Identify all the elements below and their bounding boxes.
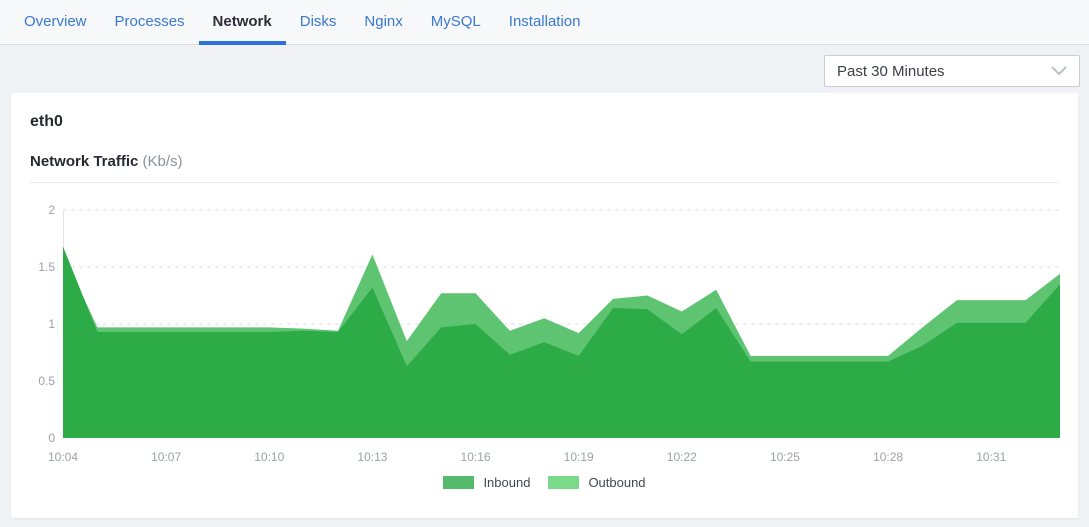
x-axis-label: 10:16 bbox=[461, 450, 491, 464]
x-axis-label: 10:19 bbox=[564, 450, 594, 464]
legend-label: Inbound bbox=[483, 475, 530, 490]
x-axis-label: 10:10 bbox=[254, 450, 284, 464]
x-axis-label: 10:28 bbox=[873, 450, 903, 464]
divider bbox=[30, 182, 1059, 183]
y-axis-label: 2 bbox=[48, 203, 55, 217]
tab-network[interactable]: Network bbox=[199, 0, 286, 44]
legend-label: Outbound bbox=[588, 475, 645, 490]
chart-heading: Network Traffic (Kb/s) bbox=[30, 153, 183, 170]
legend-item-outbound[interactable]: Outbound bbox=[548, 475, 645, 490]
tab-nginx[interactable]: Nginx bbox=[350, 0, 416, 44]
y-axis-label: 0 bbox=[48, 431, 55, 445]
tab-bar: OverviewProcessesNetworkDisksNginxMySQLI… bbox=[0, 0, 1089, 45]
legend-item-inbound[interactable]: Inbound bbox=[443, 475, 530, 490]
chevron-down-icon bbox=[1051, 66, 1067, 76]
x-axis-label: 10:04 bbox=[48, 450, 78, 464]
x-axis-label: 10:13 bbox=[357, 450, 387, 464]
x-axis-label: 10:25 bbox=[770, 450, 800, 464]
x-axis-label: 10:31 bbox=[976, 450, 1006, 464]
x-axis-label: 10:22 bbox=[667, 450, 697, 464]
x-axis-label: 10:07 bbox=[151, 450, 181, 464]
y-axis-label: 0.5 bbox=[38, 374, 55, 388]
legend-swatch-inbound bbox=[443, 476, 474, 489]
area-chart-plot bbox=[63, 210, 1060, 438]
tab-overview[interactable]: Overview bbox=[10, 0, 101, 44]
interface-name: eth0 bbox=[30, 113, 63, 131]
network-traffic-chart: 00.511.5210:0410:0710:1010:1310:1610:191… bbox=[63, 210, 1060, 438]
chart-unit: (Kb/s) bbox=[143, 153, 183, 170]
tab-installation[interactable]: Installation bbox=[495, 0, 595, 44]
network-interface-card: eth0 Network Traffic (Kb/s) 00.511.5210:… bbox=[11, 93, 1078, 518]
time-range-dropdown[interactable]: Past 30 Minutes bbox=[824, 55, 1080, 87]
tab-processes[interactable]: Processes bbox=[101, 0, 199, 44]
chart-title: Network Traffic bbox=[30, 153, 138, 170]
time-range-value: Past 30 Minutes bbox=[837, 63, 945, 80]
y-axis-label: 1 bbox=[48, 317, 55, 331]
legend-swatch-outbound bbox=[548, 476, 579, 489]
tab-mysql[interactable]: MySQL bbox=[417, 0, 495, 44]
tab-disks[interactable]: Disks bbox=[286, 0, 351, 44]
chart-legend: Inbound Outbound bbox=[11, 475, 1078, 490]
y-axis-label: 1.5 bbox=[38, 260, 55, 274]
